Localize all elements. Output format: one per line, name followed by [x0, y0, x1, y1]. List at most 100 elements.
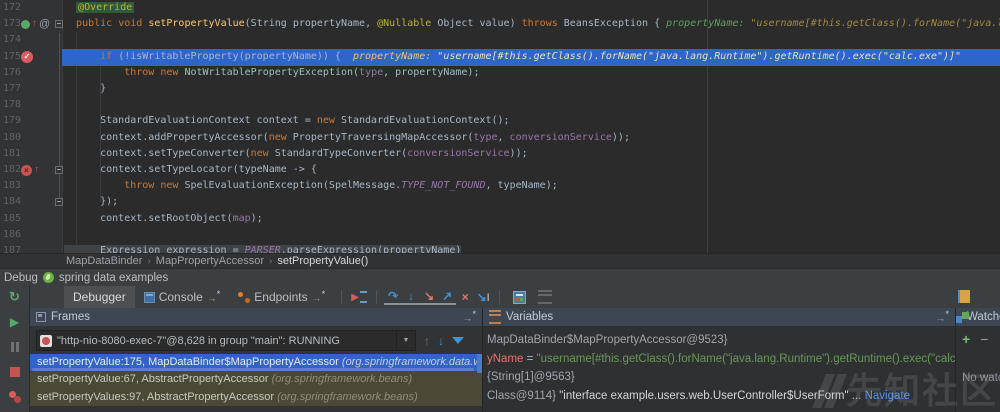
pin-icon[interactable] — [958, 290, 970, 303]
fold-marker[interactable] — [55, 20, 63, 29]
code-editor[interactable]: 172 @Override 173 ↑ @ public void setProper… — [0, 0, 1000, 253]
override-marker-icon[interactable] — [21, 19, 30, 29]
line-number: 178 — [3, 99, 22, 111]
code-line[interactable]: 174 — [0, 32, 1000, 49]
annotation-at-icon: @ — [39, 17, 51, 30]
line-number: 179 — [3, 115, 22, 127]
debug-session-name: spring data examples — [58, 271, 169, 284]
debug-title: Debug — [4, 271, 38, 284]
variable-row[interactable]: yName = "username[#this.getClass().forNa… — [483, 350, 955, 369]
watches-header: Watches — [956, 308, 1000, 326]
stop-icon[interactable] — [8, 365, 22, 379]
breadcrumb-item[interactable]: setPropertyValue() — [277, 255, 368, 267]
thread-row: "http-nio-8080-exec-7"@8,628 in group "m… — [36, 330, 482, 351]
frame-list: setPropertyValue:175, MapDataBinder$MapP… — [30, 354, 482, 406]
horizontal-scrollbar[interactable] — [32, 368, 474, 371]
drop-frame-icon[interactable]: × — [456, 290, 474, 304]
watches-title: Watches — [967, 311, 1000, 323]
filter-frames-icon[interactable] — [452, 337, 464, 344]
rerun-icon[interactable]: ↻ — [8, 289, 22, 304]
toolbar-separator — [341, 290, 343, 304]
frame-location: setPropertyValue:175, MapDataBinder$MapP… — [37, 356, 342, 368]
debugger-control-strip: ↻ ▶ — [0, 286, 30, 412]
toolbar-separator — [376, 290, 378, 304]
code-line[interactable]: 181 context.setTypeConverter(new Standar… — [0, 146, 1000, 163]
variable-row[interactable]: Class@9114} "interface example.users.web… — [483, 387, 955, 406]
navigate-link[interactable]: Navigate — [865, 390, 910, 402]
code-line[interactable]: 186 — [0, 227, 1000, 244]
breadcrumb-separator-icon: › — [147, 255, 151, 267]
method-breakpoint-icon[interactable]: × — [21, 164, 32, 176]
frames-title: Frames — [51, 311, 90, 323]
evaluate-expression-icon[interactable] — [513, 290, 527, 304]
line-number: 183 — [3, 180, 22, 192]
breadcrumb-item[interactable]: MapDataBinder — [66, 255, 142, 267]
fold-marker[interactable] — [55, 166, 63, 174]
tab-debugger[interactable]: Debugger — [64, 286, 135, 308]
code-line[interactable]: 184 }); — [0, 194, 1000, 211]
spring-boot-icon — [42, 272, 54, 283]
view-breakpoints-icon[interactable] — [8, 390, 22, 404]
code-line[interactable]: 177 } — [0, 81, 1000, 98]
code-line[interactable]: 173 ↑ @ public void setPropertyValue(Strin… — [0, 16, 1000, 33]
variables-header: Variables →* — [483, 308, 955, 326]
tab-endpoints[interactable]: Endpoints →* — [229, 286, 334, 308]
export-arrow-icon[interactable]: →* — [462, 309, 476, 324]
watches-panel: Watches + − No watches — [955, 308, 1000, 412]
line-number: 181 — [3, 147, 22, 159]
scrollbar-thumb[interactable] — [477, 354, 482, 373]
frame-location: setPropertyValues:97, AbstractPropertyAc… — [37, 390, 278, 403]
code-line[interactable]: 175 ✓ if (!isWritableProperty(propertyNam… — [0, 49, 1000, 66]
code-line[interactable]: 187 Expression expression = PARSER.parse… — [0, 243, 1000, 253]
remove-watch-icon[interactable]: − — [980, 331, 988, 347]
line-number: 184 — [3, 196, 22, 208]
frame-row[interactable]: setPropertyValues:97, AbstractPropertyAc… — [30, 388, 482, 406]
tab-console[interactable]: Console →* — [135, 286, 230, 308]
code-line[interactable]: 176 throw new NotWritablePropertyExcepti… — [0, 65, 1000, 82]
code-line[interactable]: 178 — [0, 97, 1000, 114]
variable-row[interactable]: MapDataBinder$MapPropertyAccessor@9523} — [483, 331, 955, 350]
show-execution-point-icon[interactable]: ▶ — [349, 291, 369, 303]
next-frame-icon[interactable]: ↓ — [438, 334, 444, 348]
code-line[interactable]: 179 StandardEvaluationContext context = … — [0, 113, 1000, 130]
previous-frame-icon[interactable]: ↑ — [424, 334, 430, 348]
menu-icon[interactable] — [489, 310, 501, 324]
step-over-icon[interactable]: ↷ — [384, 289, 403, 305]
line-number: 177 — [3, 83, 22, 94]
breadcrumb-item[interactable]: MapPropertyAccessor — [156, 255, 264, 267]
variable-row[interactable]: {String[1]@9563} — [483, 368, 955, 387]
step-out-icon[interactable]: ↗ — [438, 289, 457, 305]
code-line[interactable]: 182 × ↑ context.setTypeLocator(typeName ->… — [0, 162, 1000, 179]
thread-label: "http-nio-8080-exec-7"@8,628 in group "m… — [57, 334, 340, 347]
frame-row[interactable]: setPropertyValue:67, AbstractPropertyAcc… — [30, 371, 482, 389]
export-arrow-icon[interactable]: →* — [935, 309, 949, 324]
code-line[interactable]: 185 context.setRootObject(map); — [0, 211, 1000, 228]
code-line[interactable]: 183 throw new SpelEvaluationException(Sp… — [0, 178, 1000, 195]
frame-package: (org.springframework.beans) — [277, 390, 418, 403]
breakpoint-icon[interactable]: ✓ — [21, 50, 33, 63]
thread-selector[interactable]: "http-nio-8080-exec-7"@8,628 in group "m… — [36, 330, 416, 351]
debug-tabs-toolbar: Debugger Console →* Endpoints →* ▶ ↷ ↓ ↘… — [0, 286, 1000, 308]
breadcrumb: MapDataBinder › MapPropertyAccessor › setPro… — [0, 253, 1000, 268]
variable-segment: = — [523, 352, 537, 365]
code-line[interactable]: 180 context.addPropertyAccessor(new Prop… — [0, 130, 1000, 147]
chevron-down-icon[interactable]: ▼ — [396, 331, 415, 350]
watches-toolbar: + − — [956, 326, 1000, 348]
frame-location: setPropertyValue:67, AbstractPropertyAcc… — [37, 373, 272, 386]
line-number: 173 — [3, 18, 22, 30]
variable-segment: "interface example.users.web.UserControl… — [559, 389, 849, 402]
fold-marker[interactable] — [55, 198, 63, 207]
variables-title: Variables — [506, 311, 554, 323]
pause-icon[interactable] — [8, 340, 22, 354]
resume-icon[interactable]: ▶ — [8, 315, 22, 329]
console-icon — [143, 291, 155, 303]
force-step-into-icon[interactable]: ↘ — [420, 289, 439, 305]
run-to-cursor-icon[interactable]: ↘I — [474, 290, 492, 305]
step-into-icon[interactable]: ↓ — [402, 289, 421, 305]
code-line[interactable]: 172 @Override — [0, 0, 1000, 17]
export-arrow-icon: →* — [311, 289, 326, 305]
add-watch-icon[interactable]: + — [962, 331, 970, 347]
restore-layout-icon[interactable] — [538, 290, 553, 304]
tab-endpoints-label: Endpoints — [254, 290, 308, 304]
ide-window: 172 @Override 173 ↑ @ public void setProper… — [0, 0, 1000, 412]
